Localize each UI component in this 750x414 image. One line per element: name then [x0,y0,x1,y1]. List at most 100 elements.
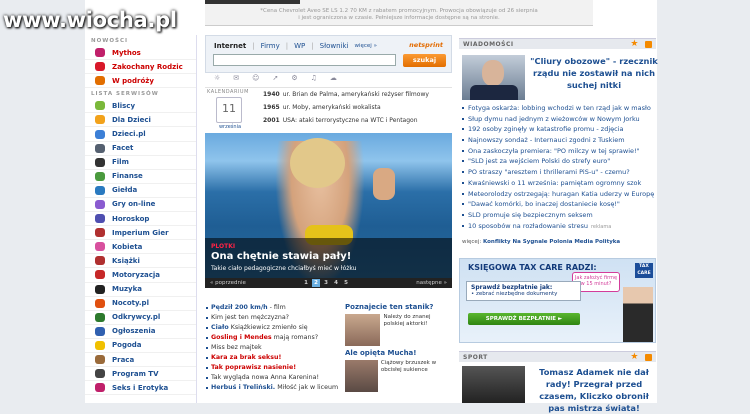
sidebar-item[interactable]: Dla Dzieci [85,113,196,128]
sidebar-item[interactable]: Finanse [85,170,196,184]
top-news-headline[interactable]: "Cliury obozowe" - rzecznik rządu nie zo… [530,55,658,91]
news-item[interactable]: PO straszy "aresztem i thrillerami PiS-u… [462,167,656,178]
sidebar-item[interactable]: Praca [85,353,196,368]
service-icon [95,185,105,195]
sidebar-item[interactable]: Muzyka [85,283,196,297]
sidebar-item[interactable]: Ogłoszenia [85,325,196,339]
news-item[interactable]: Miss bez majtek [205,343,340,353]
news-item-bold: Ciało [211,324,229,332]
more-links-list[interactable]: Konflikty Na Sygnale Polonia Media Polit… [483,239,620,245]
top-ad-banner[interactable]: *Cena Chevrolet Aveo SE LS 1.2 70 KM z r… [205,0,593,26]
hero-page-number[interactable]: 5 [342,279,350,287]
news-item[interactable]: Ona zaskoczyła premiera: "PO milczy w te… [462,146,656,157]
rss-icon[interactable] [645,354,652,361]
search-button[interactable]: szukaj [403,54,446,67]
news-item[interactable]: Gosling i Mendes mają romans? [205,333,340,343]
tab-more[interactable]: więcej » [354,43,376,50]
taxcare-ad[interactable]: KSIĘGOWA TAX CARE RADZI: TAX CARE Jak za… [459,258,656,343]
sidebar-item[interactable]: Horoskop [85,212,196,227]
sidebar-item[interactable]: Dzieci.pl [85,127,196,142]
sidebar-item-label: Nocoty.pl [112,299,149,308]
news-item[interactable]: Fotyga oskarża: lobbing wchodzi w ten rz… [462,103,656,114]
sidebar-item[interactable]: Film [85,156,196,170]
mail-icon[interactable]: ✉ [233,74,239,85]
sidebar-item[interactable]: Bliscy [85,99,196,114]
calendar-label: KALENDARIUM [207,89,249,95]
top-news-item[interactable]: "Cliury obozowe" - rzecznik rządu nie zo… [462,55,658,101]
news-item[interactable]: Kim jest ten mężczyzna? [205,313,340,323]
news-item[interactable]: SLD promuje się bezpiecznym seksem [462,210,656,221]
sidebar-item[interactable]: Pogoda [85,339,196,353]
news-item[interactable]: 192 osoby zginęły w katastrofie promu - … [462,124,656,135]
sidebar-item[interactable]: Książki [85,254,196,269]
star-icon[interactable]: ★ [630,39,639,49]
sidebar-item[interactable]: Kobieta [85,240,196,255]
poznajecie-heading-2[interactable]: Ale opięta Mucha! [345,349,452,357]
news-item[interactable]: Najnowszy sondaż - Internauci zgodni z T… [462,135,656,146]
news-item[interactable]: Kwaśniewski o 11 września: pamiętam ogro… [462,178,656,189]
ad-check-button[interactable]: SPRAWDŹ BEZPŁATNIE ► [468,313,580,325]
sidebar-item-label: Gry on-line [112,200,156,209]
hero-subtitle[interactable]: Takie ciało pedagogiczne chciałbyś mieć … [211,265,357,272]
poznajecie-text-2[interactable]: Ciążowy brzuszek w obcisłej sukience [381,360,452,392]
music-icon[interactable]: ♫ [311,74,317,85]
sidebar-item-label: Ogłoszenia [112,327,156,336]
news-item[interactable]: Ciało Książkiewicz zmienło się [205,323,340,333]
sidebar-item[interactable]: Imperium Gier [85,226,196,241]
news-item[interactable]: "Dawać komórki, bo inaczej dostaniecie k… [462,199,656,210]
search-input[interactable] [213,54,396,66]
tab-slowniki[interactable]: Słowniki [320,42,349,50]
tab-internet[interactable]: Internet [214,42,246,50]
hero-slideshow[interactable]: PLOTKI Ona chętnie stawia pały! Takie ci… [205,133,452,288]
sidebar-item-label: W podróży [112,76,154,85]
sidebar-item[interactable]: Seks i Erotyka [85,381,196,396]
gear-icon[interactable]: ⚙ [291,74,297,85]
news-item[interactable]: Herbuś i Treliński. Miłość jak w liceum [205,383,340,393]
news-item[interactable]: Tak wygląda nowa Anna Karenina! [205,373,340,383]
smiley-icon[interactable]: ☺ [252,74,259,85]
news-item[interactable]: Kara za brak seksu! [205,353,340,363]
hero-page-number[interactable]: 4 [332,279,340,287]
sidebar-item[interactable]: Odkrywcy.pl [85,311,196,325]
calendar-event[interactable]: 1940 ur. Brian de Palma, amerykański reży… [263,91,429,98]
hero-page-number[interactable]: 2 [312,279,320,287]
news-item-text: Fotyga oskarża: lobbing wchodzi w ten rz… [468,104,651,112]
hero-next-link[interactable]: następne » [416,280,447,286]
chart-icon[interactable]: ➚ [272,74,278,85]
news-item[interactable]: "SLD jest za wejściem Polski do strefy e… [462,156,656,167]
cloud-icon[interactable]: ☁ [330,74,337,85]
sidebar-item[interactable]: W podróży [85,74,196,89]
poznajecie-heading-1[interactable]: Poznajecie ten stanik? [345,303,452,311]
calendar-event[interactable]: 2001 USA: ataki terrorystyczne na WTC i P… [263,117,418,124]
poznajecie-thumb-2[interactable] [345,360,378,392]
sidebar-item[interactable]: Mythos [85,46,196,61]
sidebar-item[interactable]: Giełda [85,184,196,198]
hero-prev-link[interactable]: « poprzednie [210,280,246,286]
news-item-text: Najnowszy sondaż - Internauci zgodni z T… [468,136,625,145]
sidebar-item[interactable]: Facet [85,142,196,156]
poznajecie-thumb-1[interactable] [345,314,381,346]
news-item[interactable]: Pędził 200 km/h - film [205,303,340,313]
sun-icon[interactable]: ☼ [214,74,220,85]
tab-firmy[interactable]: Firmy [261,42,280,50]
hero-page-number[interactable]: 1 [302,279,310,287]
tab-wp[interactable]: WP [294,42,305,50]
calendar-event[interactable]: 1965 ur. Moby, amerykański wokalista [263,104,381,111]
sidebar-item[interactable]: Motoryzacja [85,268,196,283]
sidebar-item[interactable]: Nocoty.pl [85,297,196,311]
ad-title: KSIĘGOWA TAX CARE RADZI: [468,263,597,272]
hero-title[interactable]: Ona chętnie stawia pały! [211,251,351,262]
sidebar-item[interactable]: Gry on-line [85,198,196,213]
sidebar-item[interactable]: Program TV [85,367,196,382]
netsprint-logo: netsprint [409,41,443,49]
star-icon[interactable]: ★ [630,352,639,362]
hero-page-number[interactable]: 3 [322,279,330,287]
news-item[interactable]: Słup dymu nad jednym z wieżowców w Nowym… [462,114,656,125]
news-item[interactable]: 10 sposobów na rozładowanie stresu reklam… [462,221,656,232]
sport-headline[interactable]: Tomasz Adamek nie dał rady! Przegrał prz… [530,366,658,414]
sidebar-item[interactable]: Zakochany Rodzic [85,60,196,75]
news-item[interactable]: Meteorolodzy ostrzegają: huragan Katia u… [462,189,656,200]
rss-icon[interactable] [645,41,652,48]
news-item[interactable]: Tak poprawisz nasienie! [205,363,340,373]
poznajecie-text-1[interactable]: Należy do znanej polskiej aktorki! [383,314,452,346]
